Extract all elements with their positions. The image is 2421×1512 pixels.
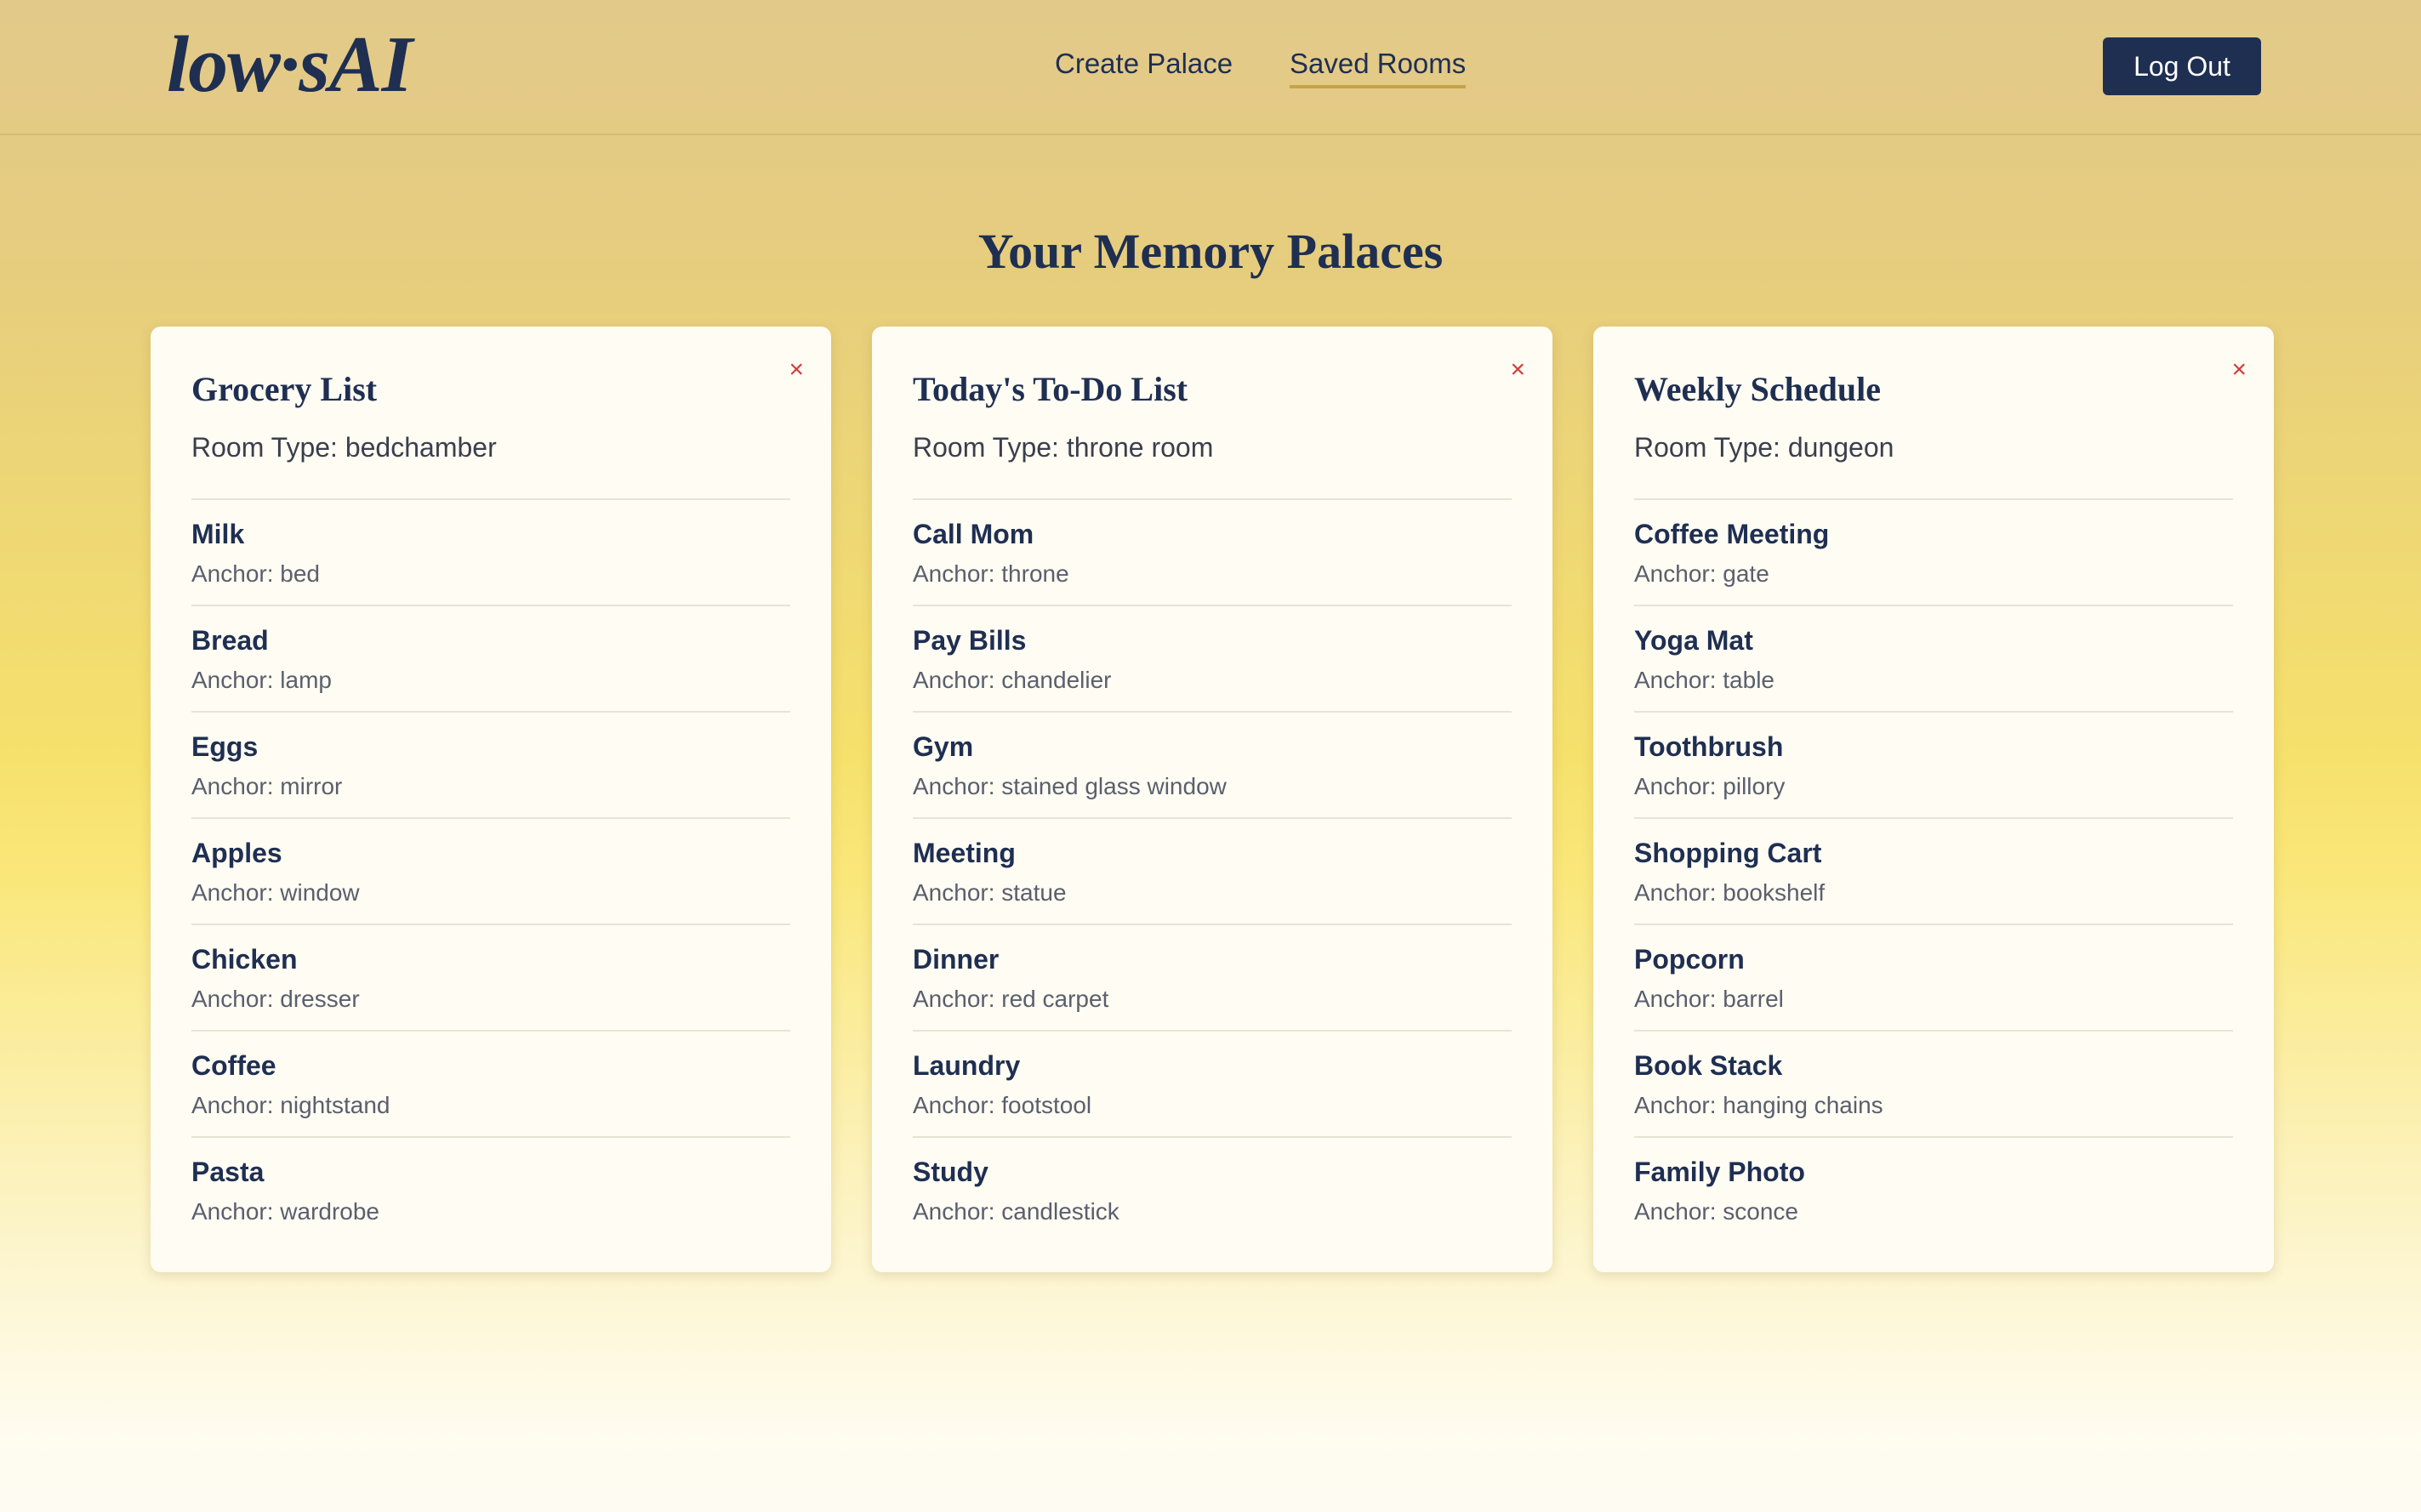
item-name: Gym <box>913 731 974 762</box>
item-anchor: Anchor: stained glass window <box>913 773 1227 799</box>
item-name: Laundry <box>913 1050 1021 1081</box>
list-item: Eggs Anchor: mirror <box>191 711 790 817</box>
list-item: Family Photo Anchor: sconce <box>1634 1136 2233 1242</box>
item-anchor: Anchor: window <box>191 879 360 906</box>
list-item: Study Anchor: candlestick <box>913 1136 1512 1242</box>
item-anchor: Anchor: mirror <box>191 773 343 799</box>
item-name: Toothbrush <box>1634 731 1784 762</box>
item-name: Chicken <box>191 944 298 975</box>
item-name: Book Stack <box>1634 1050 1783 1081</box>
item-name: Yoga Mat <box>1634 625 1753 656</box>
delete-palace-icon[interactable]: × <box>1510 357 1525 383</box>
list-item: Popcorn Anchor: barrel <box>1634 924 2233 1030</box>
item-anchor: Anchor: lamp <box>191 667 332 693</box>
nav-create-palace-link[interactable]: Create Palace <box>1055 48 1233 80</box>
item-name: Meeting <box>913 838 1016 868</box>
item-anchor: Anchor: barrel <box>1634 986 1784 1012</box>
delete-palace-icon[interactable]: × <box>2231 357 2247 383</box>
item-anchor: Anchor: red carpet <box>913 986 1109 1012</box>
item-name: Milk <box>191 519 245 549</box>
item-name: Call Mom <box>913 519 1034 549</box>
delete-palace-icon[interactable]: × <box>789 357 804 383</box>
list-item: Meeting Anchor: statue <box>913 817 1512 924</box>
item-name: Pasta <box>191 1157 265 1187</box>
item-name: Eggs <box>191 731 259 762</box>
palace-title: Weekly Schedule <box>1634 370 1882 408</box>
list-item: Laundry Anchor: footstool <box>913 1030 1512 1136</box>
palace-card: × Grocery List Room Type: bedchamber Mil… <box>151 327 831 1272</box>
item-anchor: Anchor: wardrobe <box>191 1198 380 1225</box>
palace-item-list: Coffee Meeting Anchor: gate Yoga Mat Anchor… <box>1634 498 2233 1242</box>
list-item: Toothbrush Anchor: pillory <box>1634 711 2233 817</box>
room-type: Room Type: dungeon <box>1634 432 1894 463</box>
item-name: Coffee <box>191 1050 276 1081</box>
item-anchor: Anchor: pillory <box>1634 773 1786 799</box>
item-anchor: Anchor: nightstand <box>191 1092 390 1118</box>
item-anchor: Anchor: sconce <box>1634 1198 1798 1225</box>
list-item: Milk Anchor: bed <box>191 498 790 605</box>
list-item: Coffee Meeting Anchor: gate <box>1634 498 2233 605</box>
item-anchor: Anchor: statue <box>913 879 1067 906</box>
list-item: Chicken Anchor: dresser <box>191 924 790 1030</box>
item-name: Family Photo <box>1634 1157 1805 1187</box>
item-name: Apples <box>191 838 282 868</box>
item-name: Dinner <box>913 944 1000 975</box>
list-item: Pasta Anchor: wardrobe <box>191 1136 790 1242</box>
list-item: Coffee Anchor: nightstand <box>191 1030 790 1136</box>
logout-button[interactable]: Log Out <box>2103 37 2261 95</box>
list-item: Pay Bills Anchor: chandelier <box>913 605 1512 711</box>
item-anchor: Anchor: bed <box>191 560 320 587</box>
list-item: Gym Anchor: stained glass window <box>913 711 1512 817</box>
item-anchor: Anchor: dresser <box>191 986 360 1012</box>
list-item: Book Stack Anchor: hanging chains <box>1634 1030 2233 1136</box>
item-anchor: Anchor: gate <box>1634 560 1769 587</box>
item-anchor: Anchor: chandelier <box>913 667 1112 693</box>
palace-title: Grocery List <box>191 370 378 408</box>
room-type: Room Type: throne room <box>913 432 1214 463</box>
item-name: Shopping Cart <box>1634 838 1822 868</box>
list-item: Dinner Anchor: red carpet <box>913 924 1512 1030</box>
page-title: Your Memory Palaces <box>977 224 1444 279</box>
top-nav: low·sAI Create Palace Saved Rooms Log Ou… <box>0 0 2421 135</box>
nav-saved-rooms-link[interactable]: Saved Rooms <box>1290 48 1467 88</box>
list-item: Shopping Cart Anchor: bookshelf <box>1634 817 2233 924</box>
item-name: Bread <box>191 625 269 656</box>
item-name: Pay Bills <box>913 625 1027 656</box>
palace-card: × Weekly Schedule Room Type: dungeon Cof… <box>1593 327 2274 1272</box>
room-type: Room Type: bedchamber <box>191 432 497 463</box>
item-anchor: Anchor: throne <box>913 560 1069 587</box>
palace-card: × Today's To-Do List Room Type: throne r… <box>872 327 1552 1272</box>
app-logo[interactable]: low·sAI <box>167 19 413 111</box>
palace-title: Today's To-Do List <box>913 370 1188 408</box>
palace-item-list: Call Mom Anchor: throne Pay Bills Anchor: c… <box>913 498 1512 1242</box>
item-name: Coffee Meeting <box>1634 519 1830 549</box>
list-item: Call Mom Anchor: throne <box>913 498 1512 605</box>
palace-item-list: Milk Anchor: bed Bread Anchor: lamp Eggs Anch… <box>191 498 790 1242</box>
item-anchor: Anchor: candlestick <box>913 1198 1119 1225</box>
item-anchor: Anchor: bookshelf <box>1634 879 1826 906</box>
list-item: Bread Anchor: lamp <box>191 605 790 711</box>
item-name: Popcorn <box>1634 944 1745 975</box>
item-anchor: Anchor: footstool <box>913 1092 1092 1118</box>
item-name: Study <box>913 1157 988 1187</box>
item-anchor: Anchor: hanging chains <box>1634 1092 1883 1118</box>
list-item: Apples Anchor: window <box>191 817 790 924</box>
list-item: Yoga Mat Anchor: table <box>1634 605 2233 711</box>
item-anchor: Anchor: table <box>1634 667 1774 693</box>
